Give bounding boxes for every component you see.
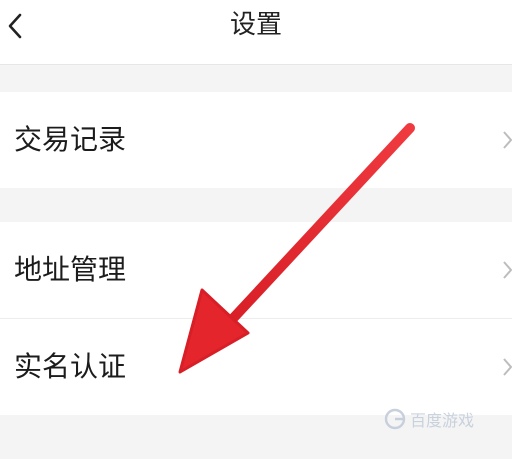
watermark-text: 百度游戏 (409, 411, 474, 430)
nav-header: 设置 (0, 0, 512, 65)
settings-item-real-name-verification[interactable]: 实名认证 (0, 319, 512, 415)
settings-item-label: 交易记录 (14, 123, 127, 156)
chevron-right-icon (503, 358, 512, 376)
settings-screen: 设置 交易记录 地址管理 实名认证 百度游戏 (0, 0, 512, 459)
watermark: 百度游戏 (384, 407, 474, 431)
settings-item-label: 地址管理 (14, 253, 127, 286)
settings-item-label: 实名认证 (14, 350, 127, 383)
baidu-game-logo-icon (384, 408, 406, 430)
chevron-right-icon (503, 131, 512, 149)
settings-item-address-management[interactable]: 地址管理 (0, 222, 512, 318)
page-title: 设置 (229, 10, 282, 40)
chevron-right-icon (503, 261, 512, 279)
settings-item-transaction-records[interactable]: 交易记录 (0, 92, 512, 188)
